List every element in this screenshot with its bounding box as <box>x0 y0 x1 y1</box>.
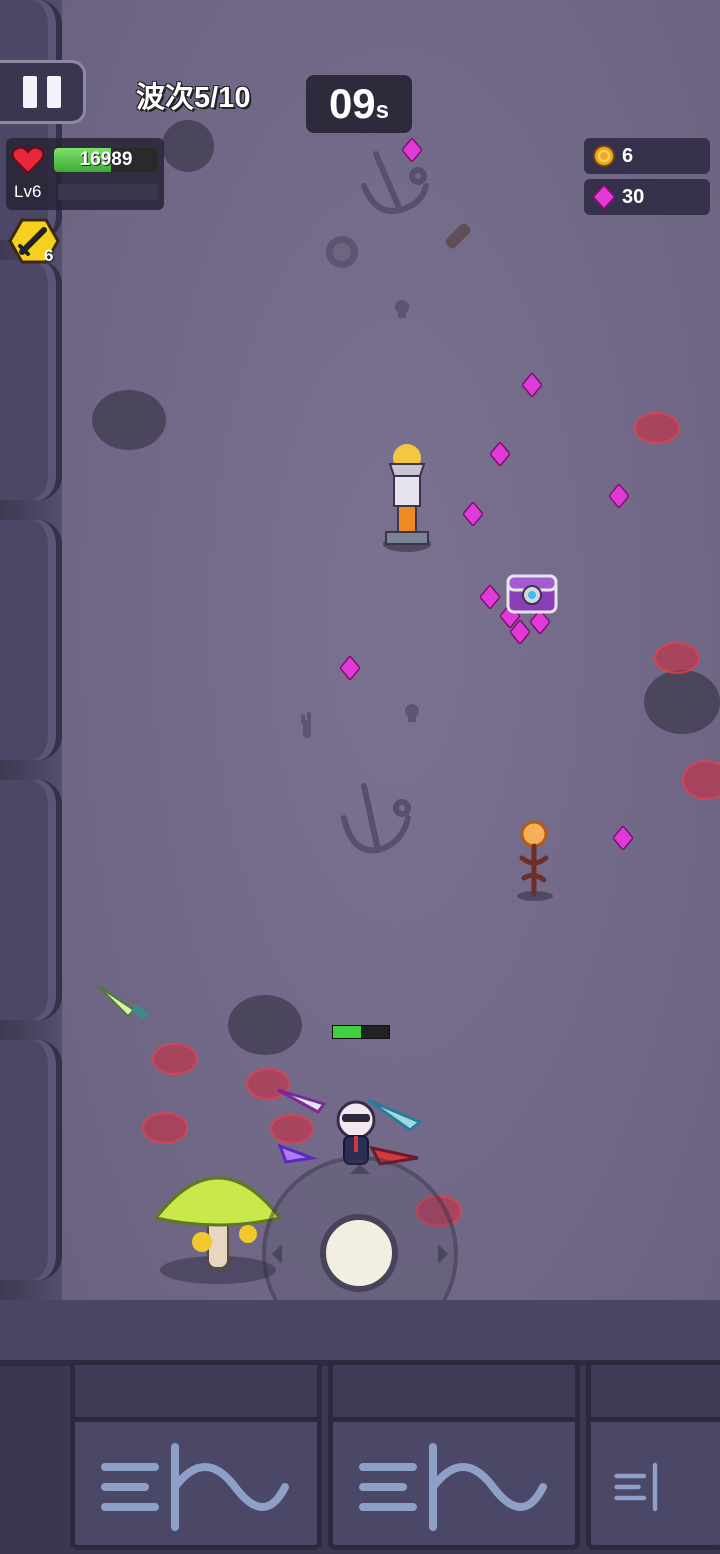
game-viewport[interactable]: 波次5/10 09 s 16989 Lv6 6 6 30 <box>0 0 720 1554</box>
timer-value: 09 <box>328 80 376 127</box>
gem-value: 30 <box>622 186 645 208</box>
lantern-tower <box>383 444 431 552</box>
bottle-decoration <box>445 223 471 249</box>
gem-pickup <box>510 620 530 644</box>
timer-unit: s <box>375 97 390 124</box>
torch-enemy <box>517 820 553 901</box>
gem-pickup <box>522 373 542 397</box>
level-label: Lv6 <box>14 182 42 201</box>
blood-puddle <box>654 642 700 674</box>
floor-crater <box>228 995 302 1055</box>
floor-crater <box>92 390 166 450</box>
gem-counter: 30 <box>584 179 710 215</box>
gem-pickup <box>609 484 629 508</box>
gold-coin-icon <box>593 145 615 167</box>
wave-counter: 波次5/10 <box>136 82 251 114</box>
wave-timer: 09 s <box>306 75 412 133</box>
joystick-knob[interactable] <box>320 1214 398 1292</box>
skull-decoration <box>405 704 419 722</box>
joystick-up-arrow-icon <box>350 1164 370 1174</box>
hp-bar: 16989 <box>54 148 158 172</box>
blood-puddle <box>152 1043 198 1075</box>
gold-value: 6 <box>622 145 634 167</box>
gem-pickup <box>490 442 510 466</box>
joystick-right-arrow-icon <box>438 1244 448 1264</box>
gem-pickup <box>402 138 422 162</box>
skull-decoration <box>395 300 409 318</box>
floor-crater <box>644 670 720 734</box>
blood-puddle <box>634 412 680 444</box>
xp-bar <box>58 184 158 200</box>
player-hp-bar <box>332 1025 390 1039</box>
skill-level: 6 <box>44 246 54 265</box>
gem-pickup <box>480 585 500 609</box>
pause-icon <box>22 76 37 108</box>
floor-crater <box>162 120 214 172</box>
pause-button[interactable] <box>0 60 86 124</box>
hand-decoration <box>301 712 311 738</box>
gem-pickup <box>613 826 633 850</box>
gem-pickup <box>340 656 360 680</box>
blood-puddle <box>682 760 720 800</box>
joystick-left-arrow-icon <box>272 1244 282 1264</box>
player-status-panel: 16989 Lv6 <box>6 138 164 210</box>
hp-value: 16989 <box>79 149 133 170</box>
flying-blade-projectile <box>97 985 149 1020</box>
blood-puddle <box>142 1112 188 1144</box>
anchor-decoration <box>341 783 411 854</box>
carved-stone-panel <box>70 1360 322 1550</box>
gem-pickup <box>463 502 483 526</box>
anchor-decoration <box>361 151 429 214</box>
treasure-chest <box>506 574 558 614</box>
carved-stone-panel <box>586 1360 720 1550</box>
heart-icon <box>12 146 44 174</box>
shell-decoration <box>326 236 358 268</box>
carved-stone-panel <box>328 1360 580 1550</box>
gold-counter: 6 <box>584 138 710 174</box>
gem-icon <box>592 185 616 209</box>
